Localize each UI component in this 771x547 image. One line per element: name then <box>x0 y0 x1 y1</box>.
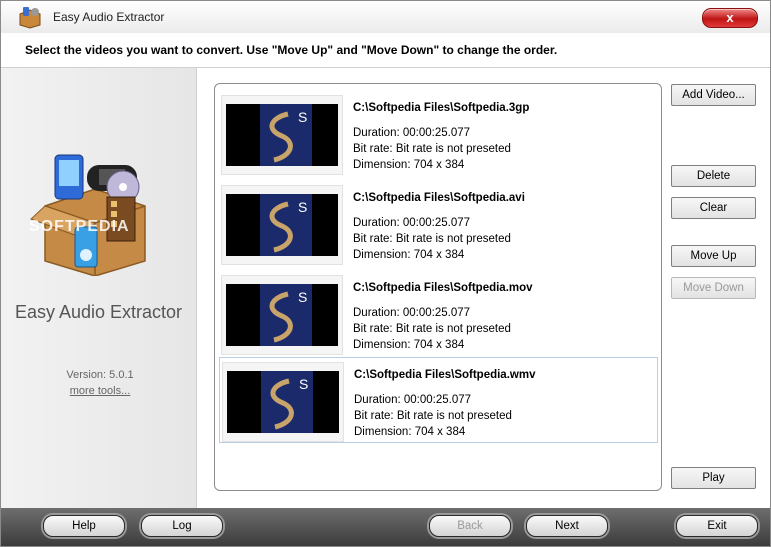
video-thumbnail: S <box>221 95 343 175</box>
video-duration: Duration: 00:00:25.077 <box>353 217 471 229</box>
close-icon: x <box>726 10 734 25</box>
title-bar: Easy Audio Extractor x <box>1 1 770 34</box>
thumbnail-image: S <box>227 371 339 433</box>
video-list-item-selected[interactable]: S C:\Softpedia Files\Softpedia.wmv Durat… <box>219 357 658 443</box>
more-tools-link[interactable]: more tools... <box>1 385 199 397</box>
move-down-button[interactable]: Move Down <box>671 277 756 299</box>
video-list-item[interactable]: S C:\Softpedia Files\Softpedia.mov Durat… <box>219 271 657 355</box>
video-bitrate: Bit rate: Bit rate is not preseted <box>353 233 511 245</box>
product-box-logo <box>30 154 146 276</box>
video-dimension: Dimension: 704 x 384 <box>353 159 465 171</box>
thumbnail-image: S <box>226 194 338 256</box>
instructions-header: Select the videos you want to convert. U… <box>1 33 770 68</box>
footer-bar: Help Log Back Next Exit <box>1 508 770 546</box>
video-path: C:\Softpedia Files\Softpedia.mov <box>353 282 533 294</box>
sidebar: SOFTPEDIA Easy Audio Extractor Version: … <box>1 68 197 508</box>
video-thumbnail: S <box>222 362 344 442</box>
app-window: Easy Audio Extractor x Select the videos… <box>0 0 771 547</box>
back-button[interactable]: Back <box>429 515 511 537</box>
sidebar-app-name: Easy Audio Extractor <box>14 302 183 322</box>
log-button[interactable]: Log <box>141 515 223 537</box>
video-dimension: Dimension: 704 x 384 <box>354 426 466 438</box>
video-bitrate: Bit rate: Bit rate is not preseted <box>354 410 512 422</box>
help-button[interactable]: Help <box>43 515 125 537</box>
play-button[interactable]: Play <box>671 467 756 489</box>
video-bitrate: Bit rate: Bit rate is not preseted <box>353 323 511 335</box>
add-video-button[interactable]: Add Video... <box>671 84 756 106</box>
next-button[interactable]: Next <box>526 515 608 537</box>
video-path: C:\Softpedia Files\Softpedia.3gp <box>353 102 530 114</box>
video-dimension: Dimension: 704 x 384 <box>353 339 465 351</box>
clear-button[interactable]: Clear <box>671 197 756 219</box>
video-duration: Duration: 00:00:25.077 <box>353 127 471 139</box>
svg-text:S: S <box>298 109 307 125</box>
instructions-text: Select the videos you want to convert. U… <box>25 43 558 57</box>
svg-text:S: S <box>298 289 307 305</box>
video-thumbnail: S <box>221 275 343 355</box>
thumbnail-image: S <box>226 104 338 166</box>
video-duration: Duration: 00:00:25.077 <box>354 394 472 406</box>
video-list-item[interactable]: S C:\Softpedia Files\Softpedia.3gp Durat… <box>219 91 657 175</box>
video-list-item[interactable]: S C:\Softpedia Files\Softpedia.avi Durat… <box>219 181 657 265</box>
svg-text:S: S <box>298 199 307 215</box>
video-thumbnail: S <box>221 185 343 265</box>
thumbnail-image: S <box>226 284 338 346</box>
video-dimension: Dimension: 704 x 384 <box>353 249 465 261</box>
app-icon <box>19 7 41 29</box>
delete-button[interactable]: Delete <box>671 165 756 187</box>
video-duration: Duration: 00:00:25.077 <box>353 307 471 319</box>
video-list[interactable]: S C:\Softpedia Files\Softpedia.3gp Durat… <box>214 83 662 491</box>
version-label: Version: 5.0.1 <box>66 369 134 381</box>
exit-button[interactable]: Exit <box>676 515 758 537</box>
svg-text:S: S <box>299 376 308 392</box>
video-path: C:\Softpedia Files\Softpedia.avi <box>353 192 525 204</box>
close-button[interactable]: x <box>702 8 758 28</box>
window-title: Easy Audio Extractor <box>53 10 165 24</box>
watermark-text: SOFTPEDIA <box>29 218 130 235</box>
move-up-button[interactable]: Move Up <box>671 245 756 267</box>
video-bitrate: Bit rate: Bit rate is not preseted <box>353 143 511 155</box>
video-path: C:\Softpedia Files\Softpedia.wmv <box>354 369 536 381</box>
